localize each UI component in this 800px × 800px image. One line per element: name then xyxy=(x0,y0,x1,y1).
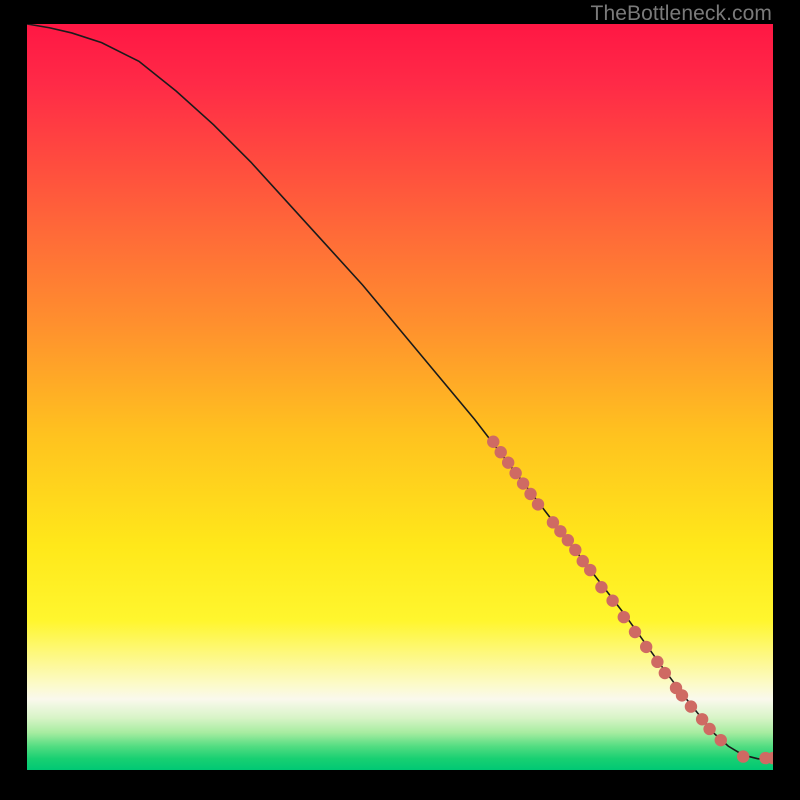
data-point xyxy=(629,626,641,638)
data-point xyxy=(584,564,596,576)
data-point xyxy=(651,656,663,668)
watermark-label: TheBottleneck.com xyxy=(591,2,772,26)
data-point xyxy=(618,611,630,623)
data-point xyxy=(696,713,708,725)
plot-area xyxy=(27,24,773,770)
data-point xyxy=(487,436,499,448)
data-point xyxy=(606,594,618,606)
data-point xyxy=(495,446,507,458)
data-point xyxy=(676,689,688,701)
chart-container: TheBottleneck.com xyxy=(0,0,800,800)
data-point xyxy=(703,723,715,735)
data-point xyxy=(659,667,671,679)
data-point xyxy=(685,700,697,712)
chart-svg xyxy=(27,24,773,770)
data-point xyxy=(517,477,529,489)
data-point xyxy=(532,498,544,510)
data-point xyxy=(562,534,574,546)
data-point xyxy=(502,456,514,468)
data-point xyxy=(595,581,607,593)
data-point xyxy=(524,488,536,500)
data-point xyxy=(737,750,749,762)
data-point xyxy=(640,641,652,653)
data-point xyxy=(569,544,581,556)
data-point xyxy=(715,734,727,746)
data-point xyxy=(509,467,521,479)
